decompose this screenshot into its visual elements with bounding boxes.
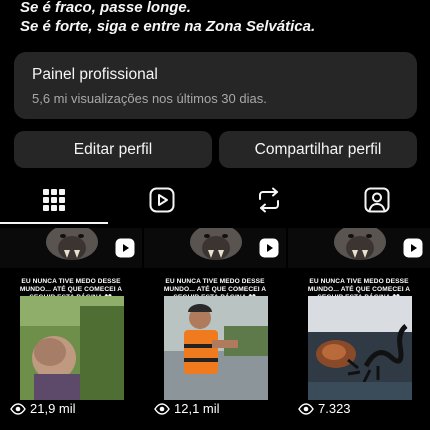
post-photo <box>20 296 124 400</box>
bio-line-2: Se é forte, siga e entre na Zona Selváti… <box>20 18 316 35</box>
post-thumbnail[interactable]: EU NUNCA TIVE MEDO DESSE MUNDO... ATÉ QU… <box>144 228 286 420</box>
views-value: 12,1 mil <box>174 401 220 416</box>
post-thumbnail[interactable]: EU NUNCA TIVE MEDO DESSE MUNDO... ATÉ QU… <box>288 228 430 420</box>
post-thumbnail[interactable]: EU NUNCA TIVE MEDO DESSE MUNDO... ATÉ QU… <box>0 228 142 420</box>
post-photo <box>164 296 268 400</box>
reels-icon <box>149 187 175 213</box>
eye-icon <box>10 402 26 415</box>
tab-tagged[interactable] <box>323 176 430 224</box>
tab-reposts[interactable] <box>215 176 323 224</box>
dashboard-subtitle: 5,6 mi visualizações nos últimos 30 dias… <box>32 91 267 106</box>
eye-icon <box>298 402 314 415</box>
tab-reels[interactable] <box>108 176 216 224</box>
reel-icon <box>115 238 135 258</box>
eye-icon <box>154 402 170 415</box>
views-value: 21,9 mil <box>30 401 76 416</box>
dashboard-title: Painel profissional <box>32 66 158 83</box>
views-value: 7.323 <box>318 401 351 416</box>
edit-profile-button[interactable]: Editar perfil <box>14 131 212 168</box>
reel-icon <box>403 238 423 258</box>
tab-posts[interactable] <box>0 176 108 224</box>
bio-line-1: Se é fraco, passe longe. <box>20 0 191 16</box>
professional-dashboard[interactable]: Painel profissional 5,6 mi visualizações… <box>14 52 417 119</box>
views-count: 7.323 <box>298 401 351 416</box>
reposts-icon <box>259 187 279 213</box>
views-count: 21,9 mil <box>10 401 76 416</box>
active-tab-indicator <box>0 222 108 224</box>
reel-icon <box>259 238 279 258</box>
profile-bio: Se é fraco, passe longe. Se é forte, sig… <box>20 0 420 36</box>
tagged-icon <box>364 187 390 213</box>
share-profile-button[interactable]: Compartilhar perfil <box>219 131 417 168</box>
grid-icon <box>43 189 65 211</box>
views-count: 12,1 mil <box>154 401 220 416</box>
post-photo <box>308 296 412 400</box>
profile-tabs <box>0 176 430 224</box>
